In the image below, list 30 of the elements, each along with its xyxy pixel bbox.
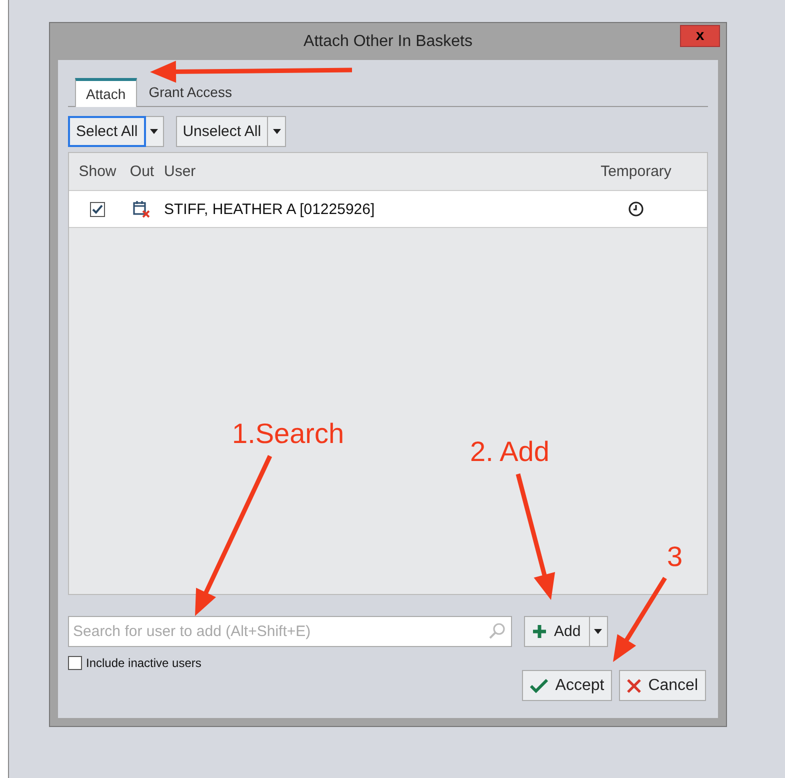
search-icon — [488, 622, 506, 640]
caret-icon — [594, 629, 602, 634]
annotation-label: 2. Add — [470, 436, 550, 468]
column-header: User — [163, 163, 197, 180]
dropdown-button[interactable] — [590, 616, 608, 647]
cancel-button[interactable]: Cancel — [619, 670, 706, 701]
column-header: Temporary — [600, 163, 672, 180]
close-icon — [627, 678, 642, 692]
select-button[interactable]: Unselect All — [176, 116, 268, 147]
checkmark-icon — [530, 678, 548, 692]
column-header: Show — [78, 163, 118, 180]
select-button[interactable]: Select All — [68, 116, 146, 147]
window-title: Attach Other In Baskets — [304, 32, 472, 50]
caret-icon — [272, 129, 281, 134]
column-header: Out — [128, 163, 156, 180]
annotation-label: 1.Search — [232, 418, 344, 450]
dropdown-button[interactable] — [146, 116, 164, 147]
accept-button[interactable]: Accept — [522, 670, 612, 701]
tab[interactable]: Grant Access — [138, 78, 242, 106]
checkbox[interactable] — [90, 202, 105, 216]
tab[interactable]: Attach — [75, 78, 137, 107]
plus-icon — [533, 625, 546, 638]
close-button[interactable]: x — [680, 25, 720, 47]
caret-icon — [150, 129, 158, 134]
search-field[interactable]: Search for user to add (Alt+Shift+E) — [68, 616, 512, 647]
add-button[interactable]: Add — [524, 616, 590, 647]
annotation-label: 3 — [667, 541, 683, 573]
checkbox-label: Include inactive users — [86, 656, 202, 670]
table-cell-text: STIFF, HEATHER A [01225926] — [163, 200, 376, 218]
dropdown-button[interactable] — [268, 116, 286, 147]
